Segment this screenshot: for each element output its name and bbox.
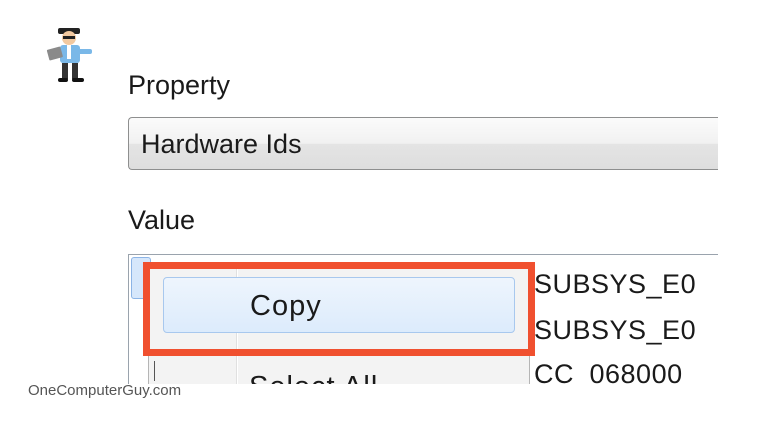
mascot-guy-with-laptop-icon <box>46 28 92 82</box>
value-line[interactable]: SUBSYS_E0 <box>534 269 696 300</box>
property-dropdown[interactable]: Hardware Ids <box>128 117 718 170</box>
value-line[interactable]: SUBSYS_E0 <box>534 315 696 346</box>
property-selected-value: Hardware Ids <box>141 129 302 159</box>
context-menu: Copy Select All <box>148 262 530 386</box>
menu-item-copy-label: Copy <box>250 290 322 322</box>
watermark-text: OneComputerGuy.com <box>28 382 182 399</box>
menu-item-copy[interactable]: Copy <box>163 277 515 333</box>
property-label: Property <box>128 70 231 100</box>
value-label: Value <box>128 205 196 235</box>
menu-edge-mark <box>154 361 155 381</box>
